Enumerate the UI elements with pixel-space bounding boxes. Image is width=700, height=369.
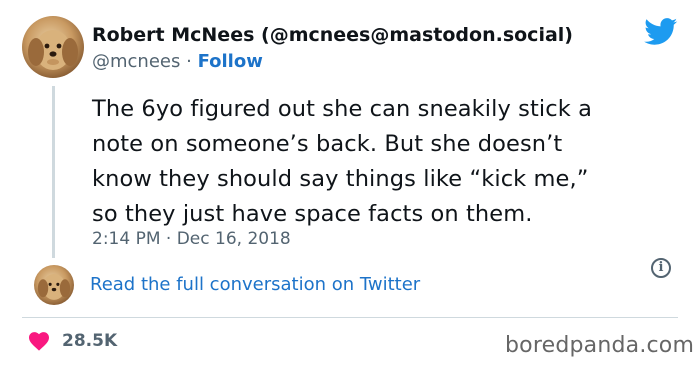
- like-count: 28.5K: [62, 331, 118, 351]
- handle-row: @mcnees · Follow: [92, 51, 263, 72]
- tweet-time: 2:14 PM: [92, 229, 161, 249]
- tweet-timestamp[interactable]: 2:14 PM · Dec 16, 2018: [92, 229, 291, 249]
- author-handle[interactable]: @mcnees: [92, 51, 180, 72]
- tweet-text-line: so they just have space facts on them.: [92, 201, 533, 227]
- reply-avatar[interactable]: [34, 265, 74, 305]
- watermark: boredpanda.com: [505, 333, 695, 358]
- tweet-text-line: The 6yo figured out she can sneakily sti…: [92, 96, 592, 122]
- thread-line: [52, 86, 55, 258]
- tweet-date: Dec 16, 2018: [176, 229, 291, 249]
- divider: [22, 317, 678, 318]
- dog-avatar-image: [37, 274, 71, 300]
- author-name[interactable]: Robert McNees (@mcnees@mastodon.social): [92, 24, 573, 46]
- follow-button[interactable]: Follow: [198, 51, 263, 72]
- separator-dot: ·: [186, 51, 192, 72]
- tweet-text-line: know they should say things like “kick m…: [92, 166, 589, 192]
- heart-icon[interactable]: [28, 331, 50, 351]
- read-full-conversation-link[interactable]: Read the full conversation on Twitter: [90, 274, 420, 295]
- twitter-bird-icon[interactable]: [644, 18, 678, 46]
- info-icon[interactable]: i: [651, 258, 671, 278]
- separator-dot: ·: [165, 229, 172, 249]
- dog-avatar-image: [28, 30, 78, 70]
- tweet-text: The 6yo figured out she can sneakily sti…: [92, 92, 652, 232]
- tweet-text-line: note on someone’s back. But she doesn’t: [92, 131, 563, 157]
- author-avatar[interactable]: [22, 16, 84, 78]
